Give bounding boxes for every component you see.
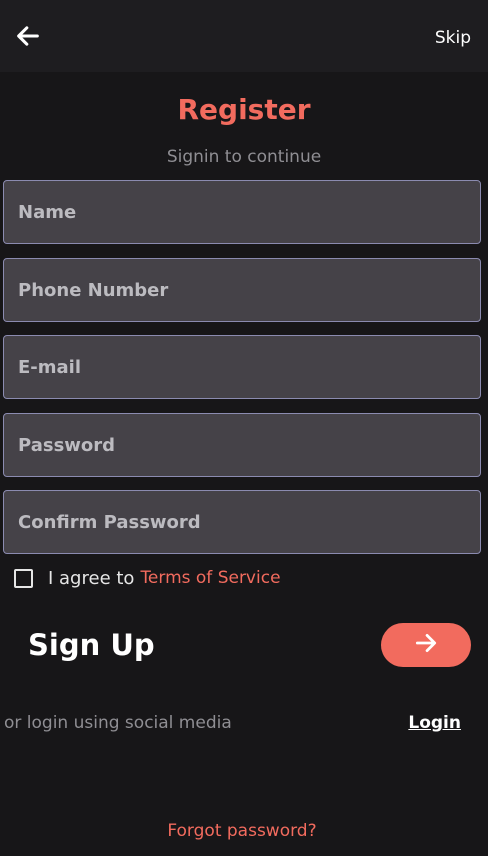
- terms-checkbox[interactable]: [14, 568, 33, 588]
- arrow-right-icon: [413, 630, 439, 660]
- confirm-password-field: [3, 490, 481, 554]
- login-link[interactable]: Login: [408, 713, 461, 733]
- back-button[interactable]: [14, 22, 44, 52]
- terms-of-service-link[interactable]: Terms of Service: [140, 568, 280, 588]
- top-bar: Skip: [0, 0, 488, 72]
- forgot-password-link[interactable]: Forgot password?: [0, 821, 484, 841]
- name-input[interactable]: [4, 181, 480, 243]
- password-field: [3, 413, 481, 477]
- sign-up-label: Sign Up: [28, 628, 155, 662]
- page-title: Register: [177, 93, 311, 126]
- arrow-left-icon: [14, 26, 42, 54]
- email-field: [3, 335, 481, 399]
- agree-label: I agree to: [48, 567, 135, 589]
- page-subtitle: Signin to continue: [166, 147, 322, 167]
- terms-agreement: I agree to Terms of Service: [14, 566, 281, 590]
- phone-field: [3, 258, 481, 322]
- email-input[interactable]: [4, 336, 480, 398]
- phone-input[interactable]: [4, 259, 480, 321]
- social-login-text: or login using social media: [4, 713, 232, 733]
- confirm-password-input[interactable]: [4, 491, 480, 553]
- name-field: [3, 180, 481, 244]
- sign-up-button[interactable]: [381, 623, 471, 667]
- password-input[interactable]: [4, 414, 480, 476]
- skip-button[interactable]: Skip: [435, 28, 471, 48]
